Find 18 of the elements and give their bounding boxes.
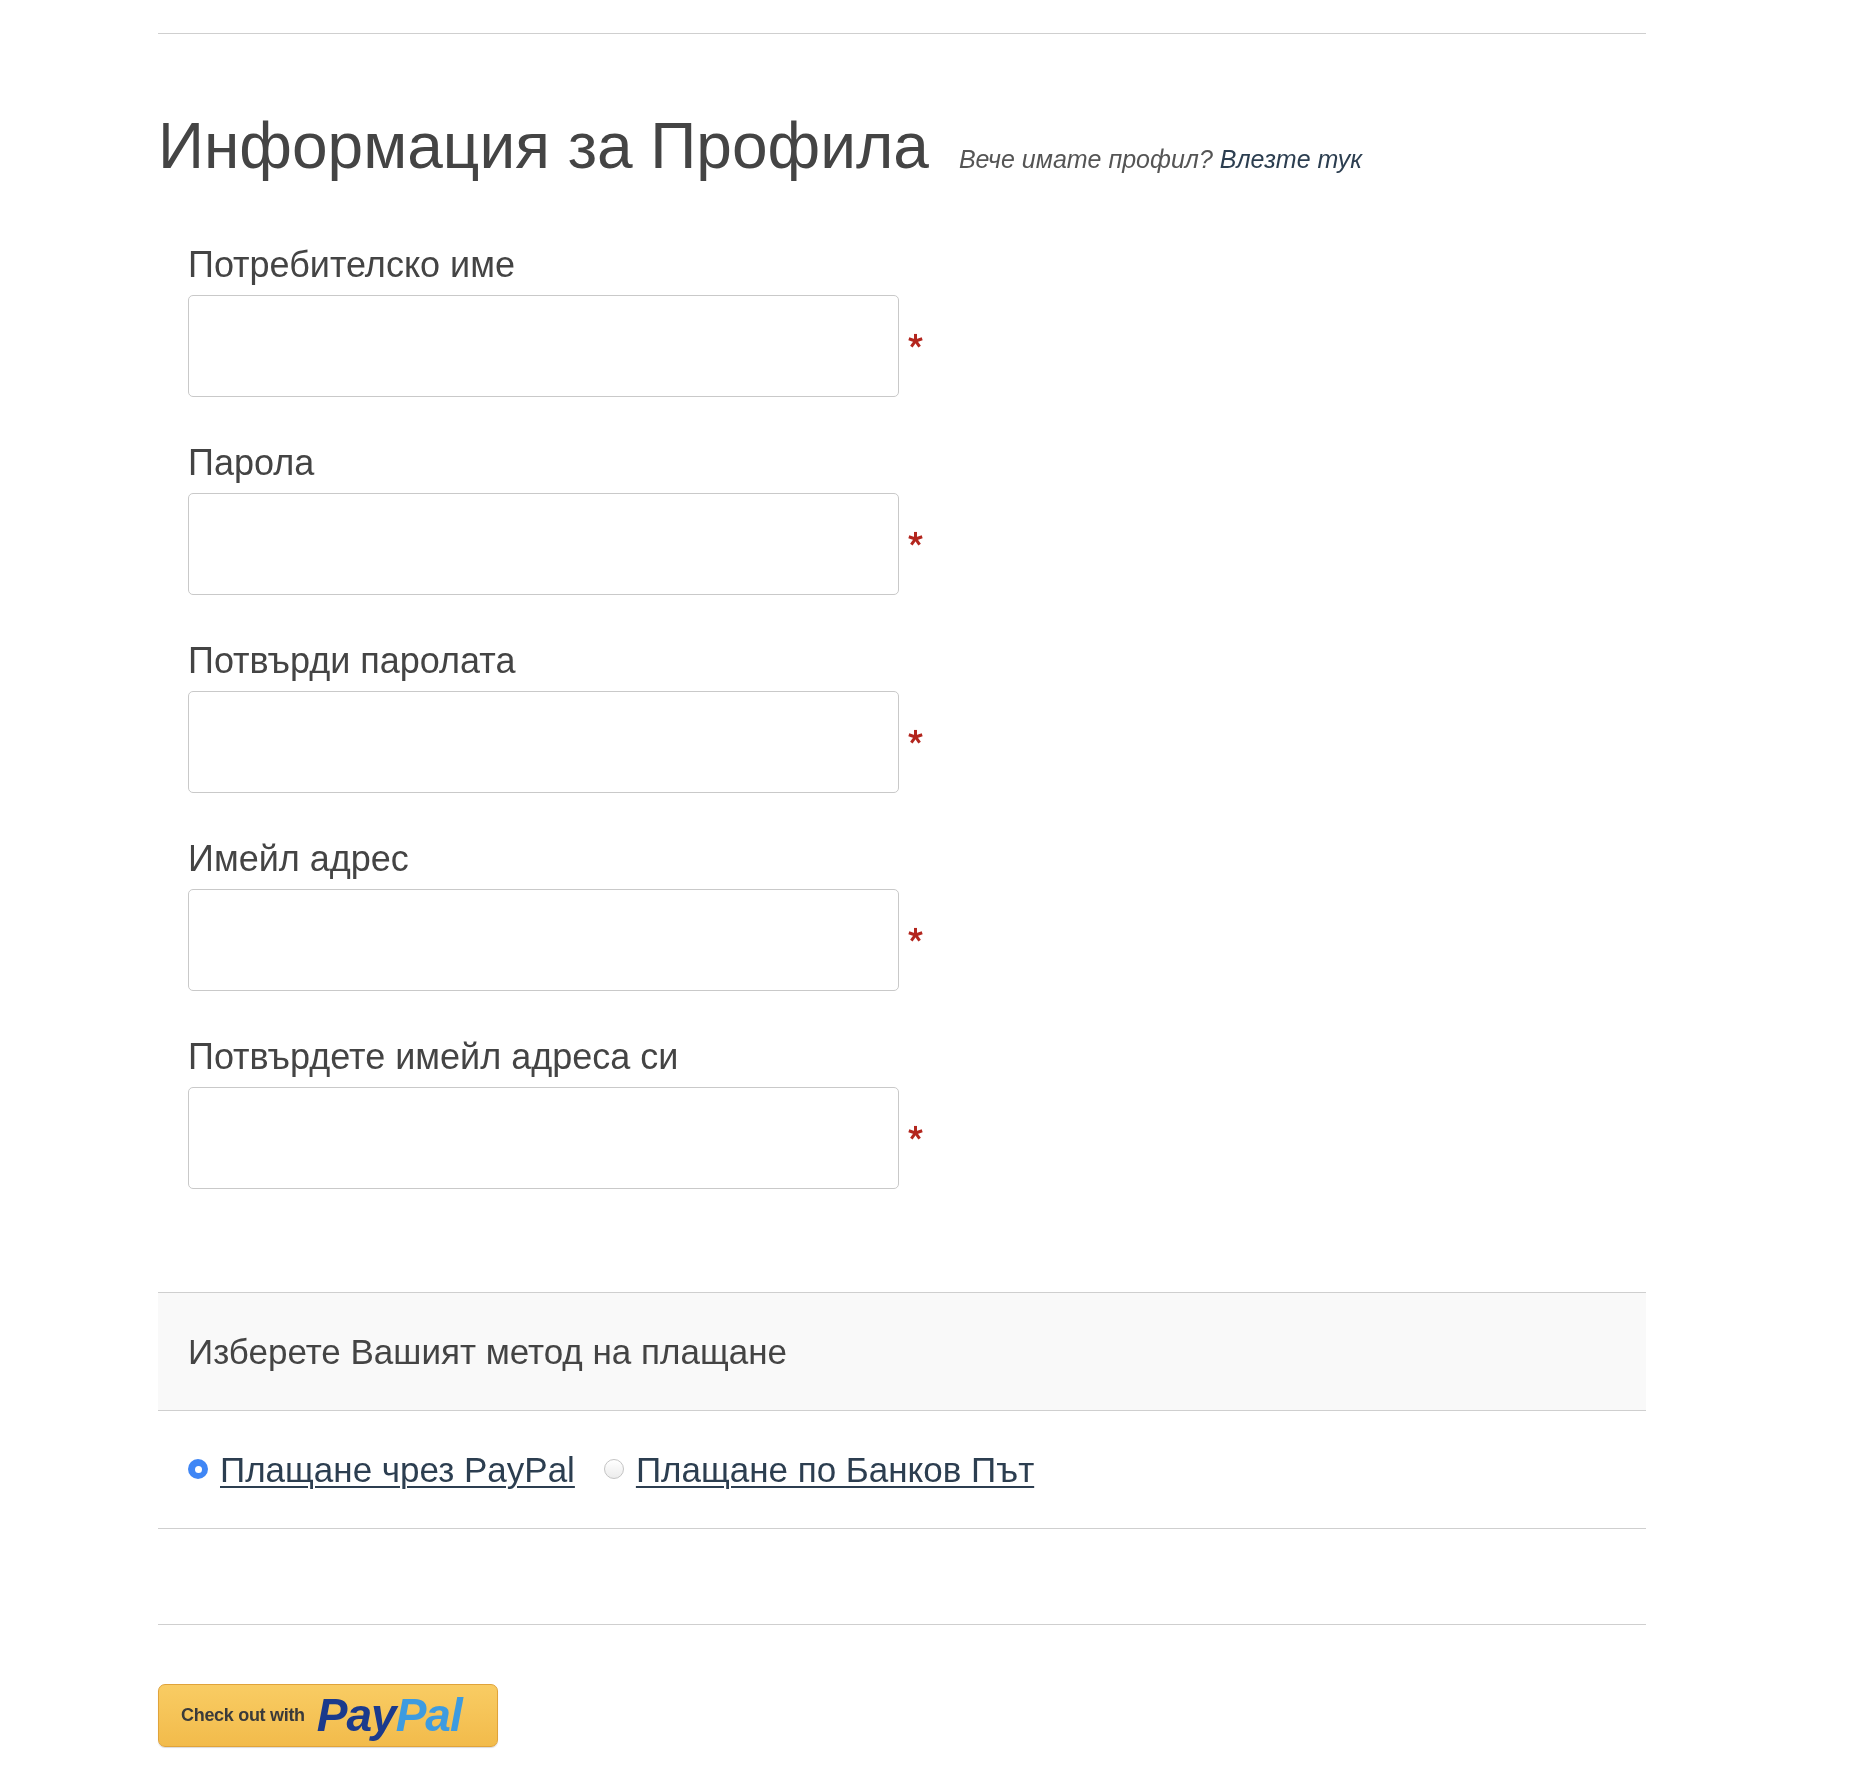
field-label: Потребителско име (188, 246, 515, 283)
input-field[interactable] (188, 1086, 899, 1189)
payment-option-link[interactable]: Плащане по Банков Път (635, 1451, 1035, 1487)
login-link[interactable]: Влезте тук (1219, 141, 1363, 179)
payment-option-link[interactable]: Плащане чрез PayPal (220, 1451, 575, 1487)
input-field[interactable] (188, 294, 899, 397)
field-label: Потвърдете имейл адреса си (188, 1038, 679, 1075)
radio-button[interactable] (188, 1459, 208, 1479)
input-field[interactable] (188, 492, 899, 595)
login-prompt: Вече имате профил? (958, 144, 1213, 175)
radio-button[interactable] (603, 1459, 624, 1479)
paypal-checkout-button[interactable]: Check out with PayPal (158, 1683, 498, 1747)
input-field[interactable] (188, 888, 899, 991)
field-label: Парола (188, 444, 315, 481)
section-title: Изберете Вашият метод на плащане (188, 1333, 787, 1369)
field-label: Имейл адрес (188, 840, 409, 877)
field-label: Потвърди паролата (188, 642, 516, 679)
input-field[interactable] (188, 690, 899, 793)
